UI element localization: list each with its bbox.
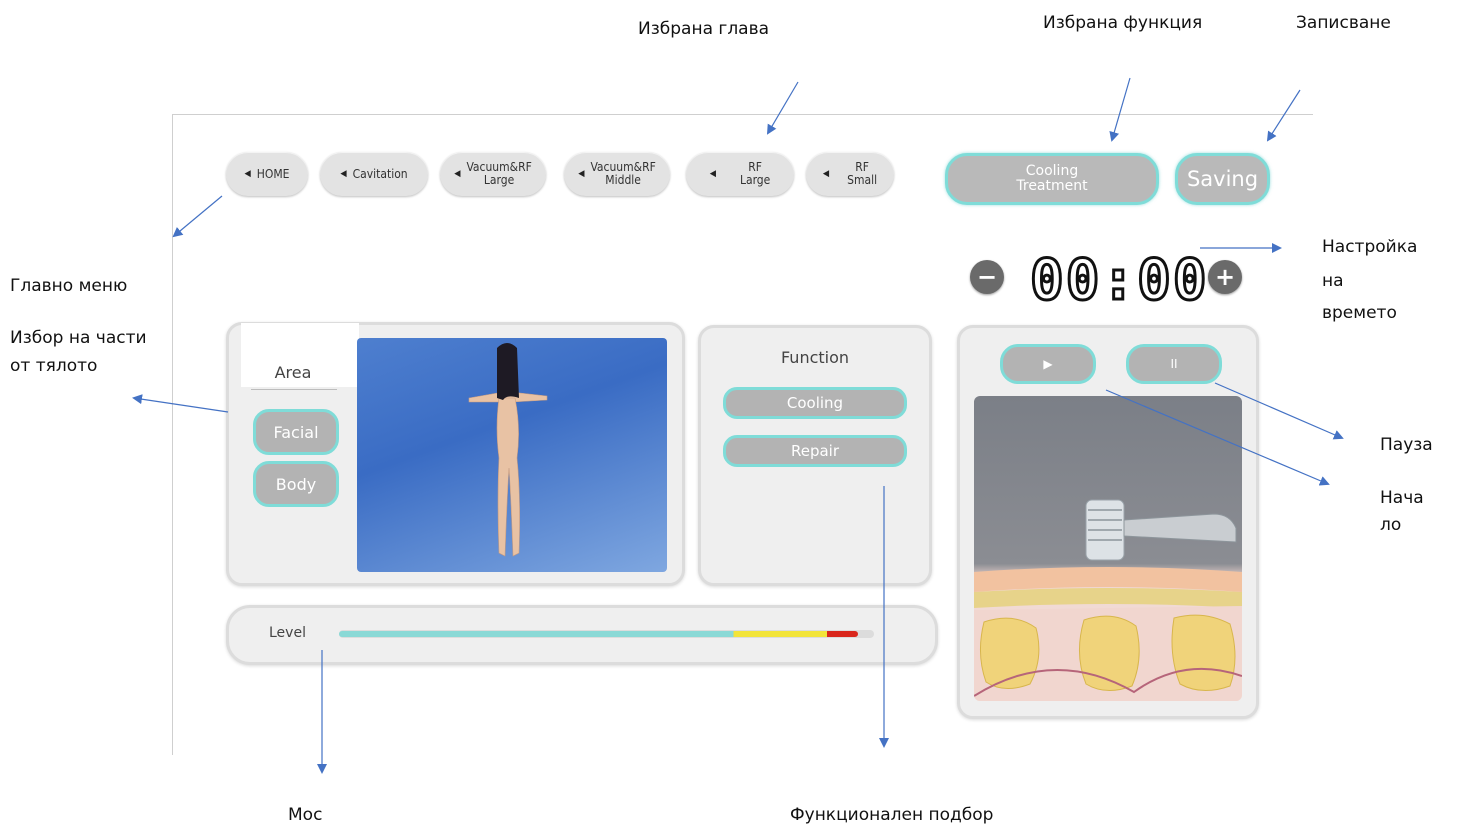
arrow-selected-function	[1109, 77, 1131, 142]
arrow-body-parts	[132, 394, 229, 413]
arrow-main-menu	[172, 195, 223, 238]
annotation-arrows	[132, 77, 1344, 774]
arrow-start	[1105, 389, 1330, 486]
arrow-pause	[1214, 382, 1344, 440]
arrow-selected-head	[766, 81, 799, 135]
arrow-saving	[1266, 89, 1301, 142]
